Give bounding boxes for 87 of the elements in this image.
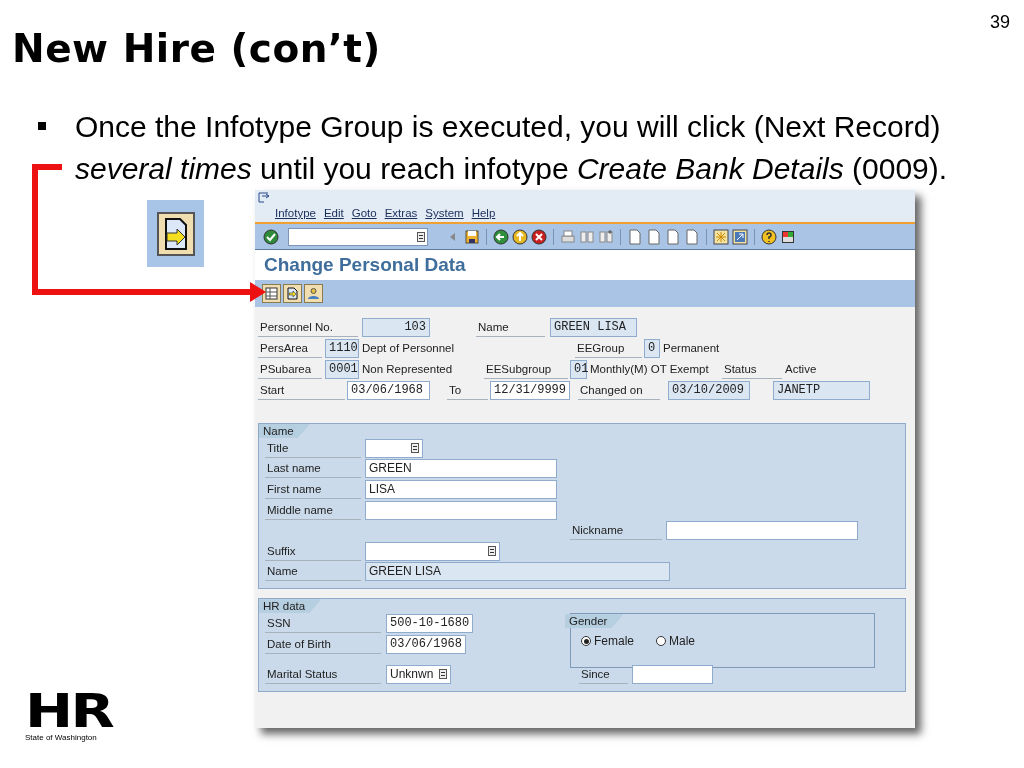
check-icon[interactable] bbox=[263, 228, 279, 245]
field-label: SSN bbox=[265, 613, 381, 633]
output-field: JANETP bbox=[773, 381, 870, 400]
radio-option[interactable]: Female bbox=[581, 634, 634, 649]
field-label: Middle name bbox=[265, 500, 361, 520]
menu-icon[interactable] bbox=[258, 192, 270, 203]
cancel-icon[interactable] bbox=[531, 228, 547, 245]
group-title: Name bbox=[259, 424, 310, 438]
bullet-icon bbox=[38, 122, 46, 130]
output-field: 0001 bbox=[325, 360, 359, 379]
field-text: Active bbox=[785, 362, 818, 377]
input-field[interactable]: GREEN bbox=[365, 459, 557, 479]
slide-title: New Hire (con’t) bbox=[12, 26, 381, 73]
field-label: Nickname bbox=[570, 521, 662, 541]
toolbar-button[interactable] bbox=[283, 284, 302, 303]
output-field: 103 bbox=[362, 318, 430, 337]
field-text: Permanent bbox=[663, 341, 721, 356]
save-icon[interactable] bbox=[464, 228, 480, 245]
page-number: 39 bbox=[989, 12, 1010, 34]
field-label: EEGroup bbox=[575, 339, 642, 358]
field-label: PersArea bbox=[258, 339, 322, 358]
help-icon[interactable] bbox=[761, 228, 777, 245]
menu-item[interactable]: System bbox=[425, 207, 464, 219]
field-label: Name bbox=[265, 562, 361, 582]
output-field: GREEN LISA bbox=[365, 562, 670, 582]
field-label: First name bbox=[265, 480, 361, 499]
toolbar-button[interactable] bbox=[262, 284, 281, 303]
menu-item[interactable]: Edit bbox=[323, 207, 344, 219]
group-title: HR data bbox=[259, 599, 322, 614]
logo-mark: HR bbox=[25, 691, 114, 731]
command-field[interactable] bbox=[288, 227, 428, 246]
logo-caption: State of Washington bbox=[25, 733, 98, 742]
field-label: Status bbox=[722, 360, 782, 379]
output-field: GREEN LISA bbox=[550, 318, 637, 337]
input-field[interactable]: 03/06/1968 bbox=[386, 634, 466, 654]
output-field: 03/10/2009 bbox=[668, 381, 750, 400]
document-grid-icon bbox=[265, 287, 278, 300]
input-field[interactable]: LISA bbox=[365, 480, 557, 499]
input-field[interactable]: 12/31/9999 bbox=[490, 381, 570, 400]
field-label: Title bbox=[265, 438, 361, 458]
group-title: Gender bbox=[565, 614, 624, 629]
menu-item[interactable]: Help bbox=[471, 207, 496, 219]
menu-item[interactable]: Extras bbox=[384, 207, 418, 219]
dropdown-icon[interactable] bbox=[488, 546, 496, 557]
shortcut-icon[interactable] bbox=[732, 228, 748, 245]
person-icon bbox=[307, 287, 320, 300]
dropdown-icon[interactable] bbox=[417, 231, 425, 242]
field-label: To bbox=[447, 381, 488, 400]
up-icon[interactable] bbox=[512, 228, 528, 245]
input-field[interactable] bbox=[365, 500, 557, 520]
dropdown-icon[interactable] bbox=[411, 443, 419, 454]
field-label: PSubarea bbox=[258, 360, 322, 379]
dropdown-icon[interactable] bbox=[439, 669, 447, 680]
field-text: Monthly(M) OT Exempt bbox=[590, 362, 710, 377]
field-text: Dept of Personnel bbox=[362, 341, 456, 356]
output-field: 01 bbox=[570, 360, 587, 379]
field-text: Non Represented bbox=[362, 362, 454, 377]
input-field[interactable]: 500-10-1680 bbox=[386, 613, 473, 633]
radio-button[interactable] bbox=[581, 636, 591, 647]
screen-title: Change Personal Data bbox=[255, 250, 915, 280]
field-label: Changed on bbox=[578, 381, 660, 400]
field-label: Date of Birth bbox=[265, 634, 381, 654]
print-icon[interactable] bbox=[560, 228, 576, 245]
dropdown-field[interactable] bbox=[365, 438, 423, 458]
field-label: Suffix bbox=[265, 541, 361, 561]
field-label: EESubgroup bbox=[484, 360, 568, 379]
menu-item[interactable]: Infotype bbox=[275, 207, 316, 219]
toolbar-button[interactable] bbox=[304, 284, 323, 303]
dropdown-field[interactable]: Unknwn bbox=[386, 664, 451, 684]
radio-button[interactable] bbox=[656, 636, 666, 647]
field-label: Since bbox=[579, 664, 628, 684]
field-label: Last name bbox=[265, 459, 361, 479]
radio-option[interactable]: Male bbox=[656, 634, 696, 649]
field-label: Name bbox=[476, 318, 545, 337]
output-field: 0 bbox=[644, 339, 660, 358]
input-field[interactable] bbox=[666, 521, 858, 541]
menu-item[interactable]: Goto bbox=[351, 207, 377, 219]
dropdown-field[interactable] bbox=[365, 541, 500, 561]
field-label: Marital Status bbox=[265, 664, 381, 684]
bullet-text: Once the Infotype Group is executed, you will click (Next Record) several times until you reach infotype Create Bank Details (0009). bbox=[75, 109, 949, 187]
layout-icon[interactable] bbox=[780, 228, 796, 245]
output-field: 1110 bbox=[325, 339, 359, 358]
field-label: Start bbox=[258, 381, 345, 400]
document-arrow-icon bbox=[286, 287, 299, 300]
input-field[interactable]: 03/06/1968 bbox=[347, 381, 430, 400]
back-icon[interactable] bbox=[493, 228, 509, 245]
field-label: Personnel No. bbox=[258, 318, 358, 337]
